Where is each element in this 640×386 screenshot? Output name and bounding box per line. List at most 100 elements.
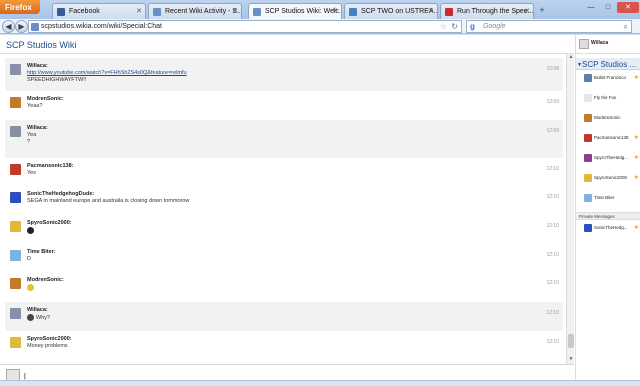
sidebar-member[interactable]: ModrenSonic [582, 112, 640, 124]
avatar[interactable] [10, 126, 21, 137]
member-name: SpyroTheHedg... [594, 155, 629, 160]
message-username[interactable]: Willaca: [27, 63, 48, 69]
tab-close-icon[interactable]: ✕ [524, 7, 530, 15]
tab-favicon-icon [57, 8, 65, 16]
message-username[interactable]: ModrenSonic: [27, 96, 64, 102]
minimize-button[interactable]: — [583, 2, 599, 13]
message-text: Why? [27, 314, 50, 321]
avatar[interactable] [10, 337, 21, 348]
sidebar-member[interactable]: Fly the Fox [582, 92, 640, 104]
message-text [27, 227, 34, 234]
message-timestamp: 12:10 [546, 339, 559, 345]
sidebar-member[interactable]: Pacmansonic138 ★ [582, 132, 640, 144]
chat-page: SCP Studios Wiki Willaca Willaca: http://… [0, 35, 640, 386]
chat-message: ModrenSonic: Yeaa? 12:09 [5, 91, 563, 120]
chat-header: SCP Studios Wiki [0, 35, 574, 54]
message-text [27, 284, 34, 291]
emoticon-icon [27, 284, 34, 291]
current-user-box[interactable]: Willaca [575, 35, 640, 54]
tab-close-icon[interactable]: ✕ [232, 7, 238, 15]
browser-tab[interactable]: SCP Studios Wiki: Welc... ✕ [248, 3, 342, 19]
scroll-down-icon[interactable]: ▼ [567, 356, 575, 363]
chat-message: SonicTheHedgehogDude: SEGA in mainland eu… [5, 186, 563, 215]
message-username[interactable]: SpyroSonic2000: [27, 220, 72, 226]
browser-tab[interactable]: SCP TWO on USTREA... ✕ [344, 3, 438, 19]
user-list-sidebar: ▼ SCP Studios ... Bullet Francisco ★ Fly t… [575, 54, 640, 386]
message-text: SEGA in mainland europe and austraila is… [27, 198, 190, 204]
browser-tab[interactable]: Recent Wiki Activity - S... ✕ [148, 3, 242, 19]
collapse-triangle-icon[interactable]: ▼ [577, 62, 582, 68]
search-bar[interactable]: g Google ⌕ [466, 20, 632, 33]
sidebar-member[interactable]: Time Biter [582, 192, 640, 204]
message-text: Yeaa? [27, 103, 43, 109]
message-timestamp: 12:10 [546, 280, 559, 286]
scrollbar-thumb[interactable] [568, 334, 574, 348]
message-timestamp: 12:10 [546, 166, 559, 172]
member-name: SonicTheHedg... [594, 225, 628, 230]
chat-message: Time Biter: D 12:10 [5, 244, 563, 272]
status-bar [0, 380, 640, 386]
url-text: scpstudios.wikia.com/wiki/Special:Chat [41, 23, 162, 30]
avatar[interactable] [10, 192, 21, 203]
site-favicon-icon [31, 23, 39, 31]
message-username[interactable]: Pacmansonic138: [27, 163, 73, 169]
address-bar[interactable]: scpstudios.wikia.com/wiki/Special:Chat ☆… [28, 20, 462, 33]
wiki-title[interactable]: SCP Studios Wiki [6, 40, 76, 50]
forward-button[interactable]: ▶ [15, 20, 28, 33]
google-icon: g [470, 22, 475, 31]
tab-close-icon[interactable]: ✕ [136, 7, 142, 15]
new-tab-button[interactable]: + [536, 5, 548, 17]
sidebar-member[interactable]: SpyroTheHedg... ★ [582, 152, 640, 164]
tab-label: Recent Wiki Activity - S... [165, 8, 242, 15]
avatar[interactable] [10, 278, 21, 289]
firefox-menu-button[interactable]: Firefox [0, 0, 40, 14]
bookmark-star-icon[interactable]: ☆ [440, 22, 447, 31]
scroll-up-icon[interactable]: ▲ [567, 54, 575, 61]
tab-close-icon[interactable]: ✕ [428, 7, 434, 15]
message-text: SPEEDHIGHWAYFTW!! [27, 77, 87, 83]
message-username[interactable]: SpyroSonic2000: [27, 336, 72, 342]
message-timestamp: 12:10 [546, 252, 559, 258]
message-username[interactable]: Willaca: [27, 125, 48, 131]
message-text: ? [27, 139, 31, 145]
tab-close-icon[interactable]: ✕ [332, 7, 338, 15]
member-name: Time Biter [594, 195, 615, 200]
close-window-button[interactable]: ✕ [617, 2, 639, 13]
tab-label: SCP TWO on USTREA... [361, 8, 438, 15]
back-button[interactable]: ◀ [2, 20, 15, 33]
reload-icon[interactable]: ↻ [451, 22, 458, 31]
search-icon[interactable]: ⌕ [624, 22, 628, 32]
sidebar-member[interactable]: SpyroSonic2000 ★ [582, 172, 640, 184]
avatar[interactable] [10, 308, 21, 319]
message-username[interactable]: Time Biter: [27, 249, 56, 255]
chat-scrollbar[interactable]: ▲ ▼ [566, 54, 574, 364]
avatar[interactable] [10, 221, 21, 232]
admin-star-icon: ★ [633, 225, 639, 231]
avatar[interactable] [10, 97, 21, 108]
message-text: Money problems [27, 343, 68, 349]
room-header[interactable]: ▼ SCP Studios ... [576, 58, 640, 70]
avatar [584, 154, 592, 162]
message-username[interactable]: Willaca: [27, 307, 48, 313]
browser-tab[interactable]: Facebook ✕ [52, 3, 146, 19]
tab-label: Run Through the Spee... [457, 8, 534, 15]
sidebar-member[interactable]: Bullet Francisco ★ [582, 72, 640, 84]
avatar[interactable] [10, 250, 21, 261]
message-username[interactable]: ModrenSonic: [27, 277, 64, 283]
message-username[interactable]: SonicTheHedgehogDude: [27, 191, 94, 197]
message-timestamp: 12:10 [546, 194, 559, 200]
tab-label: SCP Studios Wiki: Welc... [265, 8, 342, 15]
tab-favicon-icon [349, 8, 357, 16]
avatar[interactable] [10, 164, 21, 175]
avatar [584, 224, 592, 232]
sidebar-member[interactable]: SonicTheHedg... ★ [582, 222, 640, 234]
message-text: D [27, 256, 31, 262]
private-messages-header: Private Messages [576, 212, 640, 220]
maximize-button[interactable]: □ [600, 2, 616, 13]
avatar[interactable] [10, 64, 21, 75]
message-text: Yea [27, 132, 37, 138]
tab-favicon-icon [253, 8, 261, 16]
browser-tab[interactable]: Run Through the Spee... ✕ [440, 3, 534, 19]
message-link[interactable]: http://www.youtube.com/watch?v=FHhSh2S4s… [27, 70, 187, 76]
tab-favicon-icon [445, 8, 453, 16]
